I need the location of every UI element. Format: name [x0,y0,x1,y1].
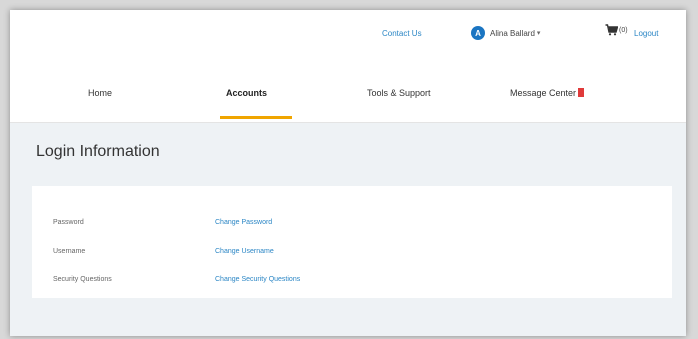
tab-message-center[interactable]: Message Center [510,88,585,98]
main-content: Login Information Password Change Passwo… [10,123,686,336]
app-window: Contact Us A Alina Ballard ▾ (0) Logout … [10,10,686,336]
tab-message-center-label: Message Center [510,88,577,98]
contact-us-link[interactable]: Contact Us [382,29,422,38]
message-badge-icon [578,88,585,97]
logout-link[interactable]: Logout [634,29,658,38]
change-security-questions-link[interactable]: Change Security Questions [215,276,300,283]
utility-bar: Contact Us A Alina Ballard ▾ (0) Logout [10,10,686,58]
username-row: Username Change Username [32,245,672,261]
page-title: Login Information [36,143,160,160]
user-name: Alina Ballard [490,28,535,38]
active-tab-indicator [220,116,292,119]
cart-count: (0) [619,26,628,34]
main-nav: Home Accounts Tools & Support Message Ce… [10,58,686,123]
username-label: Username [53,248,86,255]
cart-icon [605,24,618,36]
cart-button[interactable]: (0) [605,24,628,36]
security-questions-row: Security Questions Change Security Quest… [32,273,672,289]
user-menu[interactable]: A Alina Ballard ▾ [471,25,540,41]
password-row: Password Change Password [32,216,672,232]
change-password-link[interactable]: Change Password [215,219,272,226]
tab-accounts[interactable]: Accounts [226,88,267,98]
security-questions-label: Security Questions [53,276,112,283]
login-info-card: Password Change Password Username Change… [32,186,672,298]
tab-tools-support[interactable]: Tools & Support [367,88,431,98]
change-username-link[interactable]: Change Username [215,248,274,255]
tab-home[interactable]: Home [88,88,112,98]
chevron-down-icon: ▾ [536,30,541,37]
password-label: Password [53,219,84,226]
user-avatar-icon: A [471,26,485,40]
